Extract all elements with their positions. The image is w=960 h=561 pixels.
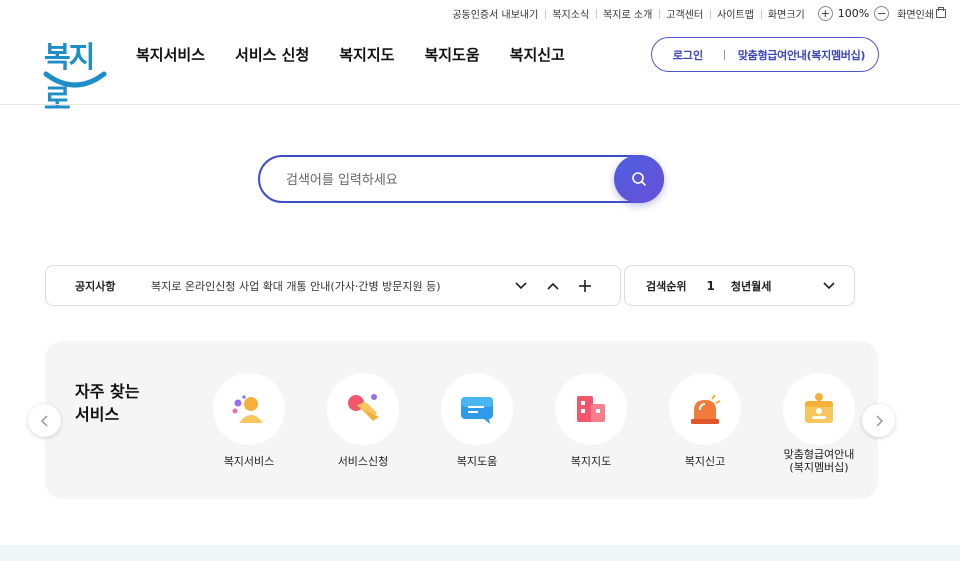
notice-bar: 공지사항 복지로 온라인신청 사업 확대 개통 안내(가사·간병 방문지원 등)	[45, 265, 621, 306]
service-help[interactable]: 복지도움	[427, 373, 527, 468]
notice-next-button[interactable]	[505, 274, 537, 298]
bottom-section-band	[0, 545, 960, 561]
service-report[interactable]: 복지신고	[655, 373, 755, 468]
notice-label: 공지사항	[75, 279, 116, 293]
util-link-cert-export[interactable]: 공동인증서 내보내기	[445, 6, 545, 21]
nav-service-apply[interactable]: 서비스 신청	[235, 44, 309, 65]
service-icon-circle	[669, 373, 741, 445]
main-nav: 복지서비스 서비스 신청 복지지도 복지도움 복지신고	[136, 44, 595, 65]
service-label: 복지서비스	[223, 455, 275, 468]
chevron-right-icon	[875, 414, 883, 427]
chat-bubble-icon	[461, 397, 493, 424]
membership-card-icon	[805, 393, 833, 423]
login-button[interactable]: 로그인	[652, 47, 724, 63]
zoom-controls: + 100% −	[812, 5, 897, 21]
service-label: 복지도움	[456, 455, 498, 468]
ranking-term[interactable]: 청년월세	[731, 278, 771, 294]
service-map[interactable]: 복지지도	[541, 373, 641, 468]
print-label: 화면인쇄	[897, 9, 934, 21]
service-welfare[interactable]: 복지서비스	[199, 373, 299, 468]
header-divider	[0, 104, 960, 105]
search-box	[258, 155, 664, 203]
ranking-expand-button[interactable]	[820, 278, 838, 294]
plus-icon	[579, 279, 591, 292]
service-label: 복지지도	[570, 455, 612, 468]
search-button[interactable]	[614, 155, 664, 203]
logo-smile-icon	[43, 71, 107, 88]
chevron-up-icon	[547, 282, 559, 290]
slide-next-button[interactable]	[862, 404, 895, 437]
site-logo[interactable]: 복지로	[42, 34, 108, 116]
chevron-down-icon	[823, 282, 835, 290]
service-label: 서비스신청	[337, 455, 389, 468]
membership-guide-button[interactable]: 맞춤형급여안내(복지멤버십)	[725, 47, 878, 63]
zoom-value: 100%	[837, 6, 870, 20]
nav-welfare-report[interactable]: 복지신고	[510, 44, 565, 65]
service-icon-circle	[555, 373, 627, 445]
slide-prev-button[interactable]	[28, 404, 61, 437]
service-label: 복지신고	[684, 455, 726, 468]
service-membership[interactable]: 맞춤형급여안내 (복지멤버십)	[769, 373, 869, 474]
service-label: 맞춤형급여안내 (복지멤버십)	[783, 448, 855, 474]
util-link-about[interactable]: 복지로 소개	[596, 6, 659, 21]
service-icon-circle	[213, 373, 285, 445]
search-icon	[632, 172, 646, 186]
notice-prev-button[interactable]	[537, 274, 569, 298]
building-map-icon	[577, 396, 605, 422]
zoom-in-button[interactable]: +	[817, 5, 833, 21]
notice-more-button[interactable]	[569, 274, 601, 298]
util-link-customer-center[interactable]: 고객센터	[659, 6, 710, 21]
ranking-label: 검색순위	[646, 279, 687, 293]
printer-icon	[936, 6, 946, 18]
service-apply[interactable]: 서비스신청	[313, 373, 413, 468]
zoom-label: 화면크기	[760, 6, 812, 21]
siren-icon	[691, 394, 721, 424]
search-ranking: 검색순위 1 청년월세	[624, 265, 855, 306]
notice-text[interactable]: 복지로 온라인신청 사업 확대 개통 안내(가사·간병 방문지원 등)	[151, 278, 505, 294]
service-icon-circle	[783, 373, 855, 445]
ranking-number: 1	[706, 278, 715, 293]
nav-welfare-map[interactable]: 복지지도	[339, 44, 394, 65]
search-input[interactable]	[286, 169, 606, 191]
service-icon-circle	[441, 373, 513, 445]
util-link-sitemap[interactable]: 사이트맵	[710, 6, 761, 21]
hand-tap-icon	[348, 394, 379, 421]
nav-welfare-help[interactable]: 복지도움	[424, 44, 479, 65]
frequent-services-title: 자주 찾는 서비스	[75, 382, 140, 424]
chevron-down-icon	[515, 281, 527, 289]
chevron-left-icon	[40, 414, 48, 427]
account-actions: 로그인 맞춤형급여안내(복지멤버십)	[651, 37, 879, 72]
service-icon-circle	[327, 373, 399, 445]
utility-bar: 공동인증서 내보내기 복지소식 복지로 소개 고객센터 사이트맵 화면크기 + …	[445, 4, 946, 22]
people-icon	[232, 395, 263, 423]
frequent-services-panel: 자주 찾는 서비스 복지서비스 서비스신청 복지도움 복지지도 복지신고 맞춤형…	[45, 341, 878, 499]
nav-welfare-service[interactable]: 복지서비스	[136, 44, 205, 65]
zoom-out-button[interactable]: −	[874, 5, 890, 21]
util-link-news[interactable]: 복지소식	[545, 6, 596, 21]
print-button[interactable]: 화면인쇄	[897, 6, 946, 21]
